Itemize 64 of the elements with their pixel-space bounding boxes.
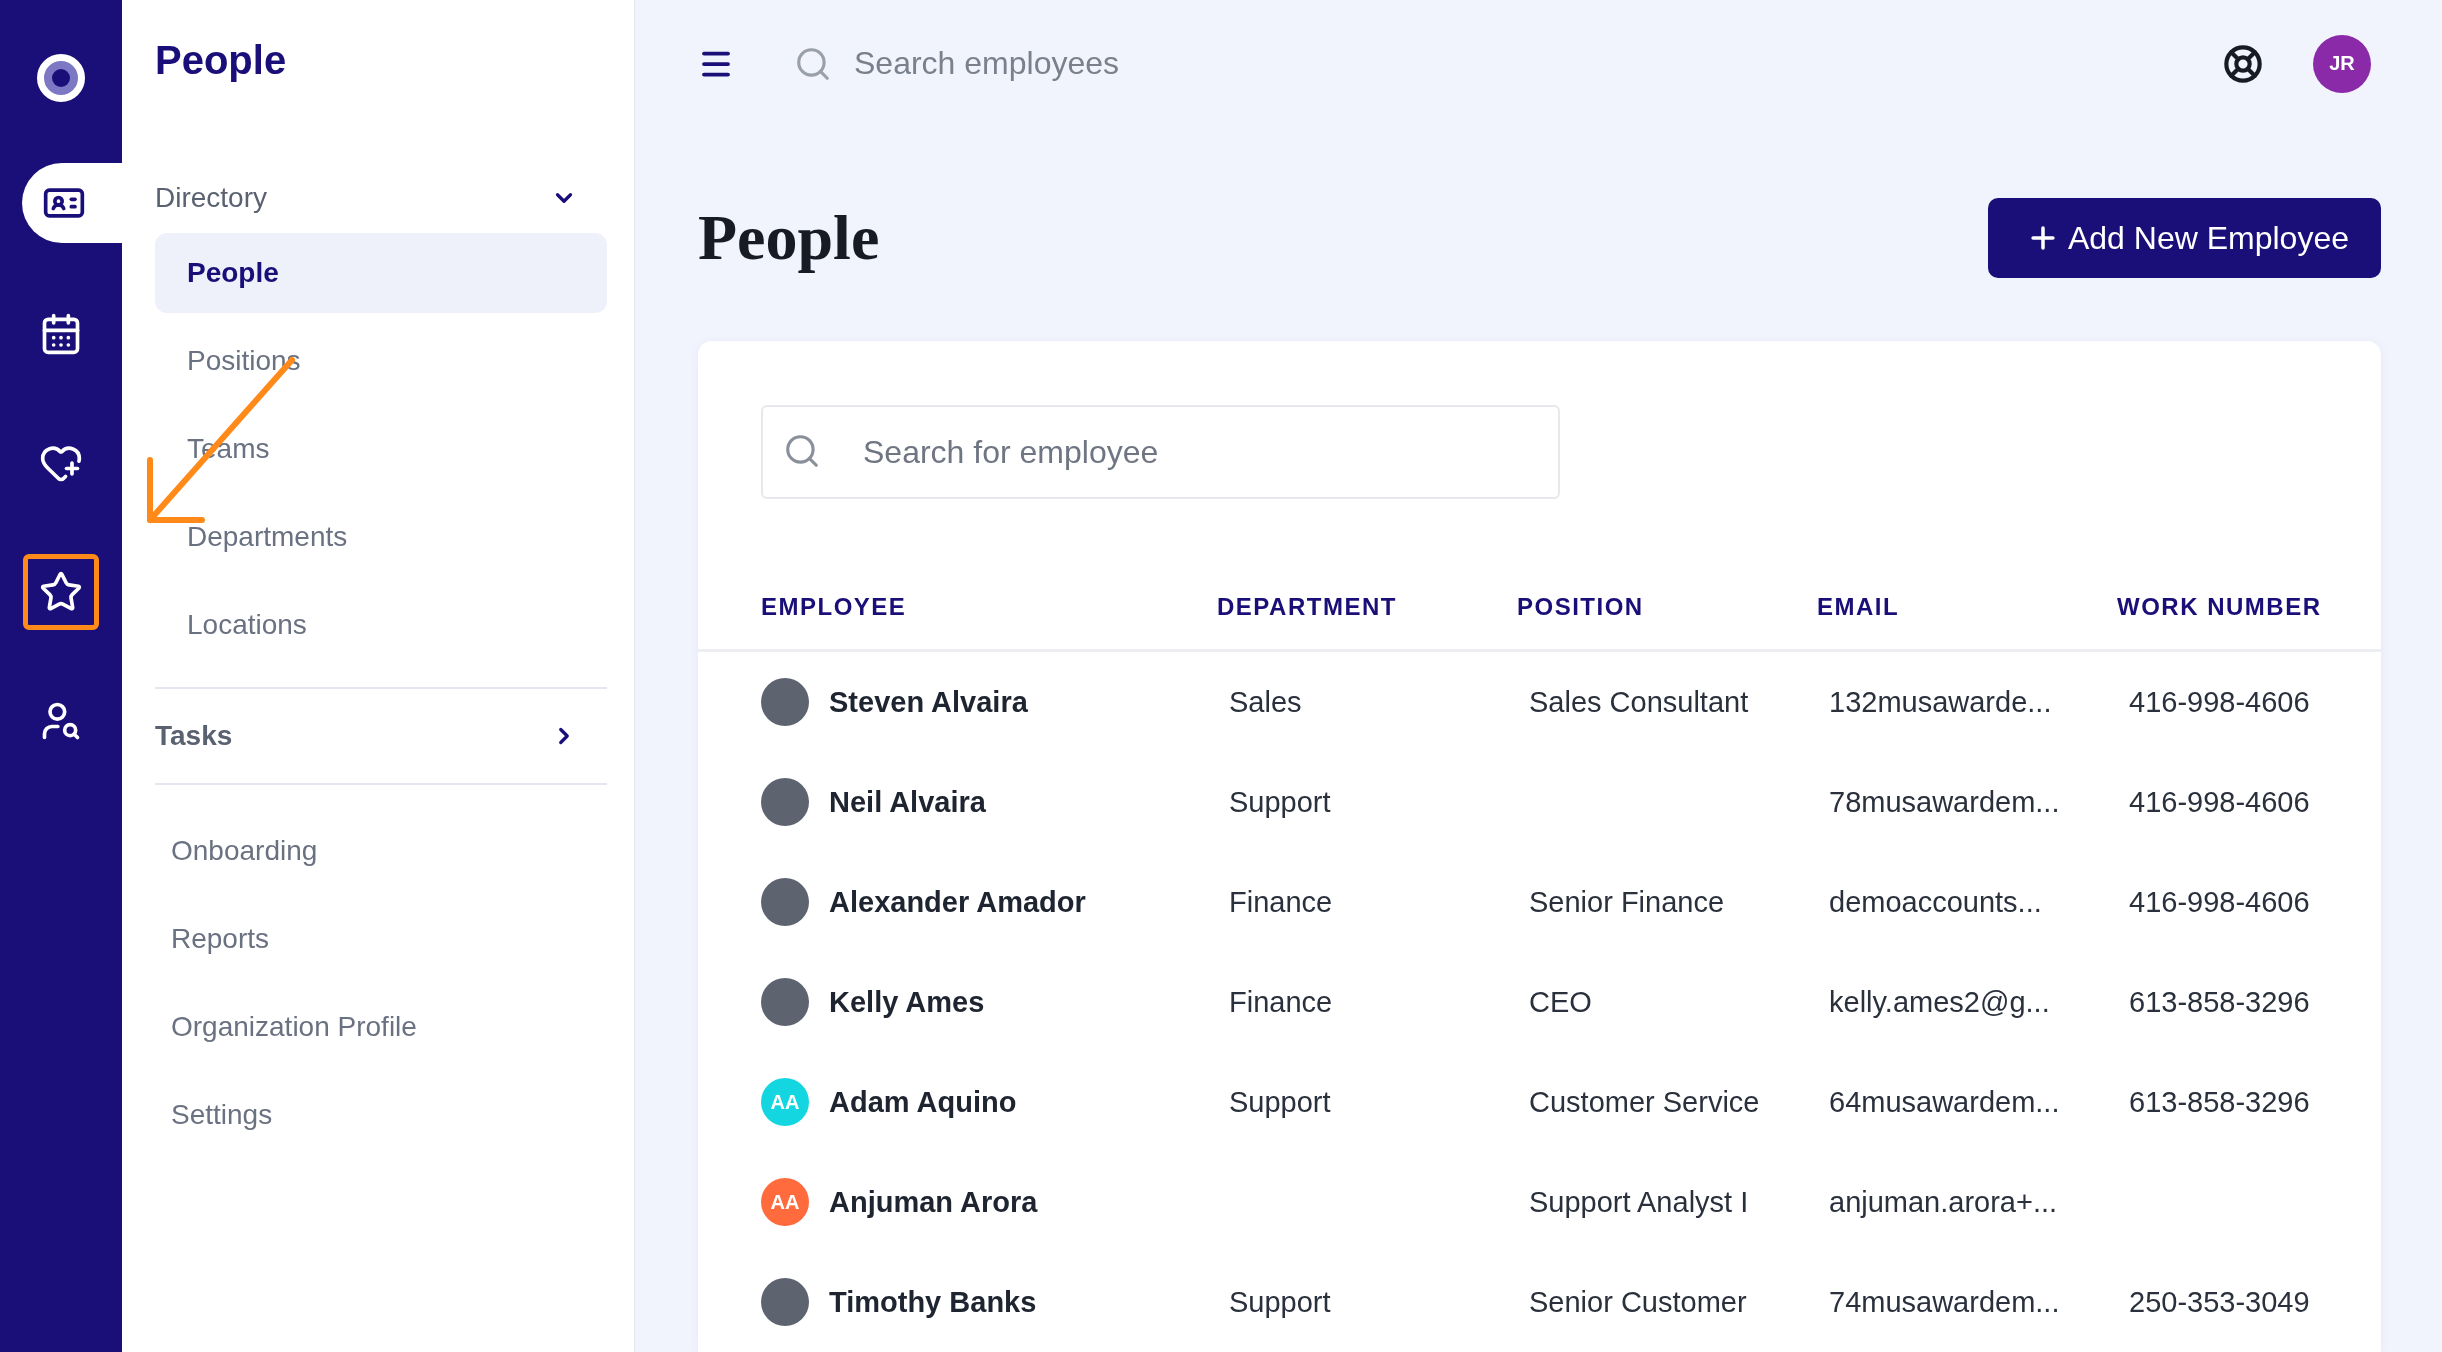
logo-icon	[37, 54, 85, 102]
table-cell-text: 64musawardem...	[1828, 1085, 2061, 1119]
help-button[interactable]	[2223, 43, 2263, 84]
employee-name: Timothy Banks	[829, 1285, 1037, 1319]
employee-name: Anjuman Arora	[829, 1185, 1038, 1219]
photo-placeholder	[761, 778, 809, 826]
photo-placeholder	[761, 878, 809, 926]
table-cell-text: Senior Customer	[1528, 1285, 1748, 1319]
search-field[interactable]: Search employees	[852, 44, 1456, 84]
photo-placeholder	[761, 678, 809, 726]
employee-name: Neil Alvaira	[829, 785, 986, 819]
table-cell-text: Finance	[1228, 985, 1334, 1019]
table-cell-text: 250-353-3049	[2128, 1285, 2311, 1319]
table-cell-text: Support	[1228, 785, 1332, 819]
add-employee-button[interactable]: Add New Employee	[1987, 198, 2381, 279]
sidebar-title: People	[155, 38, 288, 83]
table-cell-text: 74musawardem...	[1828, 1285, 2061, 1319]
table-cell-text: 416-998-4606	[2128, 685, 2311, 719]
table-cell-text: CEO	[1528, 985, 1593, 1019]
table-cell-text: 78musawardem...	[1828, 785, 2061, 819]
nav-link[interactable]: Reports	[155, 895, 607, 983]
rail-nav-button[interactable]	[23, 554, 99, 630]
nav-group-toggle[interactable]: Directory	[155, 173, 607, 223]
table-cell-text: 613-858-3296	[2128, 1085, 2311, 1119]
initials-avatar: AA	[761, 1178, 809, 1226]
table-cell-text: demoaccounts...	[1828, 885, 2043, 919]
search-icon	[783, 432, 821, 470]
nav-link[interactable]: Settings	[155, 1071, 607, 1159]
employee-name: Adam Aquino	[829, 1085, 1017, 1119]
employee-name: Steven Alvaira	[829, 685, 1028, 719]
column-header: WORK NUMBER	[2117, 593, 2323, 622]
photo-placeholder	[761, 978, 809, 1026]
initials-avatar: AA	[761, 1078, 809, 1126]
employee-name: Kelly Ames	[829, 985, 985, 1019]
column-header: EMPLOYEE	[761, 593, 908, 622]
nav-group-toggle[interactable]: Tasks	[155, 711, 607, 761]
table-cell-text: Finance	[1228, 885, 1334, 919]
table-cell-text: 416-998-4606	[2128, 885, 2311, 919]
column-header: DEPARTMENT	[1217, 593, 1398, 622]
table-cell-text: Customer Service	[1528, 1085, 1761, 1119]
employee-search-field[interactable]: Search for employee	[761, 405, 1560, 499]
nav-item[interactable]: Departments	[155, 497, 607, 577]
page-title: People	[698, 201, 880, 276]
column-header: EMAIL	[1817, 593, 1901, 622]
table-cell-text: Support	[1228, 1285, 1332, 1319]
nav-item[interactable]: Locations	[155, 585, 607, 665]
table-cell-text: Senior Finance	[1528, 885, 1726, 919]
table-cell-text: Support Analyst I	[1528, 1185, 1750, 1219]
photo-placeholder	[761, 1278, 809, 1326]
user-avatar[interactable]: JR	[2313, 34, 2371, 93]
table-cell-text: kelly.ames2@g...	[1828, 985, 2051, 1019]
table-cell-text: anjuman.arora+...	[1828, 1185, 2059, 1219]
table-cell-text: Support	[1228, 1085, 1332, 1119]
nav-item[interactable]: Positions	[155, 321, 607, 401]
nav-item[interactable]: People	[155, 233, 607, 313]
table-cell-text: 132musawarde...	[1828, 685, 2053, 719]
table-cell-text: Sales Consultant	[1528, 685, 1750, 719]
table-cell-text: 416-998-4606	[2128, 785, 2311, 819]
nav-link[interactable]: Organization Profile	[155, 983, 607, 1071]
nav-link[interactable]: Onboarding	[155, 807, 607, 895]
employee-name: Alexander Amador	[829, 885, 1086, 919]
column-header: POSITION	[1517, 593, 1645, 622]
table-cell-text: Sales	[1228, 685, 1303, 719]
table-cell-text: 613-858-3296	[2128, 985, 2311, 1019]
